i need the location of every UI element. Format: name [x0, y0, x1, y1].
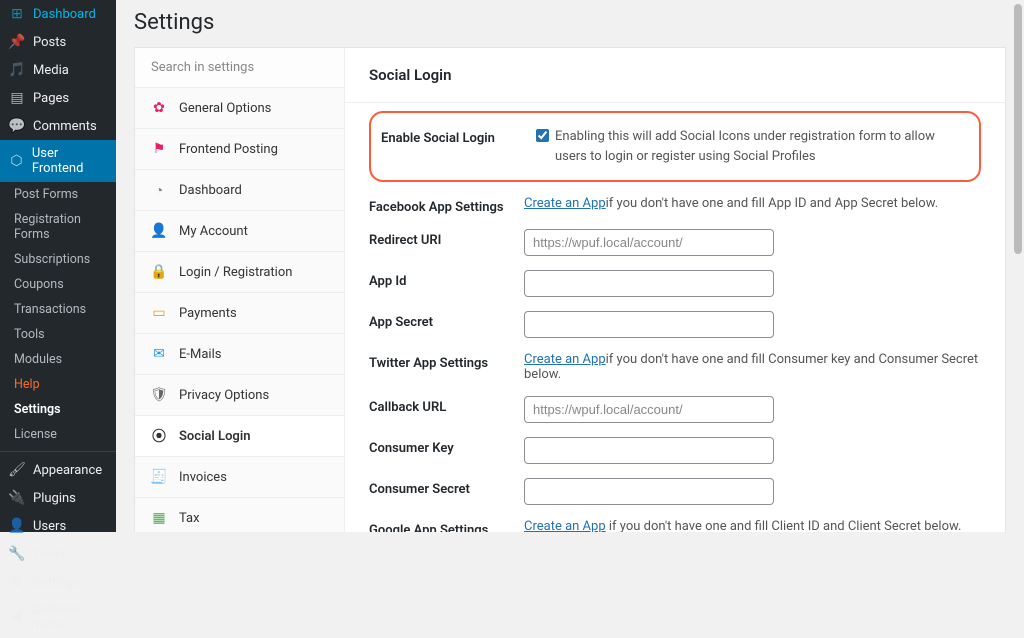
enable-checkbox[interactable] — [536, 129, 549, 142]
submenu-settings[interactable]: Settings — [0, 397, 116, 422]
tab-privacy[interactable]: 🛡Privacy Options — [135, 375, 344, 416]
page-icon: ▤ — [8, 90, 26, 106]
tab-emails[interactable]: ✉E-Mails — [135, 334, 344, 375]
enable-highlight: Enable Social Login Enabling this will a… — [369, 111, 981, 182]
enable-desc: Enabling this will add Social Icons unde… — [555, 127, 969, 166]
redirect-uri-label: Redirect URI — [369, 229, 524, 248]
submenu-help[interactable]: Help — [0, 372, 116, 397]
settings-tabs: Search in settings ✿General Options ⚑Fro… — [135, 48, 345, 532]
menu-tools[interactable]: 🔧Tools — [0, 540, 116, 568]
mail-icon: ✉ — [151, 346, 167, 362]
gauge-icon: ◔ — [151, 182, 167, 198]
google-label: Google App Settings — [369, 519, 524, 532]
app-secret-input[interactable] — [524, 311, 774, 338]
submenu-modules[interactable]: Modules — [0, 347, 116, 372]
wrench-icon: 🔧 — [8, 546, 26, 562]
tab-tax[interactable]: ▦Tax — [135, 498, 344, 532]
invoice-icon: 🧾 — [151, 469, 167, 485]
menu-pages[interactable]: ▤Pages — [0, 84, 116, 112]
plug-icon: 🔌 — [8, 490, 26, 506]
person-icon: 👤 — [151, 223, 167, 239]
submenu-post-forms[interactable]: Post Forms — [0, 182, 116, 207]
menu-appearance[interactable]: 🖌Appearance — [0, 456, 116, 484]
settings-search[interactable]: Search in settings — [135, 48, 344, 88]
page-title: Settings — [134, 10, 1006, 35]
app-id-label: App Id — [369, 270, 524, 289]
menu-users[interactable]: 👤Users — [0, 512, 116, 540]
menu-plugins[interactable]: 🔌Plugins — [0, 484, 116, 512]
menu-settings[interactable]: ⚙Settings — [0, 568, 116, 596]
submenu-coupons[interactable]: Coupons — [0, 272, 116, 297]
collapse-icon: ◀ — [8, 609, 24, 625]
pin-icon: 📌 — [8, 34, 26, 50]
submenu-reg-forms[interactable]: Registration Forms — [0, 207, 116, 247]
gear-icon: ✿ — [151, 100, 167, 116]
callback-url-input[interactable] — [524, 396, 774, 423]
tab-invoices[interactable]: 🧾Invoices — [135, 457, 344, 498]
main-content: Settings Search in settings ✿General Opt… — [116, 0, 1024, 532]
submenu-tools[interactable]: Tools — [0, 322, 116, 347]
twitter-label: Twitter App Settings — [369, 352, 524, 371]
menu-posts[interactable]: 📌Posts — [0, 28, 116, 56]
settings-panel: Social Login Enable Social Login Enablin… — [345, 48, 1005, 532]
enable-label: Enable Social Login — [381, 127, 536, 146]
brush-icon: 🖌 — [8, 462, 26, 478]
consumer-key-label: Consumer Key — [369, 437, 524, 456]
menu-dashboard[interactable]: ⊞Dashboard — [0, 0, 116, 28]
menu-collapse[interactable]: ◀Collapse menu — [0, 596, 116, 638]
sliders-icon: ⚙ — [8, 574, 26, 590]
settings-container: Search in settings ✿General Options ⚑Fro… — [134, 47, 1006, 532]
tab-payments[interactable]: ▭Payments — [135, 293, 344, 334]
facebook-create-link[interactable]: Create an App — [524, 196, 606, 211]
menu-media[interactable]: 🎵Media — [0, 56, 116, 84]
enable-checkbox-wrap[interactable]: Enabling this will add Social Icons unde… — [536, 127, 969, 166]
menu-comments[interactable]: 💬Comments — [0, 112, 116, 140]
google-create-link[interactable]: Create an App — [524, 519, 606, 532]
app-id-input[interactable] — [524, 270, 774, 297]
card-icon: ▭ — [151, 305, 167, 321]
facebook-label: Facebook App Settings — [369, 196, 524, 215]
tab-login-reg[interactable]: 🔒Login / Registration — [135, 252, 344, 293]
panel-heading: Social Login — [345, 48, 1005, 103]
user-frontend-icon: ⬡ — [8, 153, 25, 169]
callback-url-label: Callback URL — [369, 396, 524, 415]
scrollbar-thumb[interactable] — [1014, 4, 1022, 254]
share-icon: ⦿ — [151, 428, 167, 444]
dashboard-icon: ⊞ — [8, 6, 26, 22]
tab-social-login[interactable]: ⦿Social Login — [135, 416, 344, 457]
lock-icon: 🔒 — [151, 264, 167, 280]
redirect-uri-input[interactable] — [524, 229, 774, 256]
shield-icon: 🛡 — [151, 387, 167, 403]
consumer-secret-label: Consumer Secret — [369, 478, 524, 497]
wp-admin-sidebar: ⊞Dashboard 📌Posts 🎵Media ▤Pages 💬Comment… — [0, 0, 116, 532]
menu-user-frontend[interactable]: ⬡User Frontend — [0, 140, 116, 182]
submenu-subscriptions[interactable]: Subscriptions — [0, 247, 116, 272]
panel-body: Enable Social Login Enabling this will a… — [345, 103, 1005, 532]
submenu-license[interactable]: License — [0, 422, 116, 447]
twitter-create-link[interactable]: Create an App — [524, 352, 606, 367]
tab-dashboard[interactable]: ◔Dashboard — [135, 170, 344, 211]
tab-my-account[interactable]: 👤My Account — [135, 211, 344, 252]
consumer-key-input[interactable] — [524, 437, 774, 464]
tab-general[interactable]: ✿General Options — [135, 88, 344, 129]
page-scrollbar[interactable] — [1014, 0, 1022, 532]
comment-icon: 💬 — [8, 118, 26, 134]
tax-icon: ▦ — [151, 510, 167, 526]
flag-icon: ⚑ — [151, 141, 167, 157]
submenu-transactions[interactable]: Transactions — [0, 297, 116, 322]
consumer-secret-input[interactable] — [524, 478, 774, 505]
app-secret-label: App Secret — [369, 311, 524, 330]
media-icon: 🎵 — [8, 62, 26, 78]
tab-frontend-posting[interactable]: ⚑Frontend Posting — [135, 129, 344, 170]
